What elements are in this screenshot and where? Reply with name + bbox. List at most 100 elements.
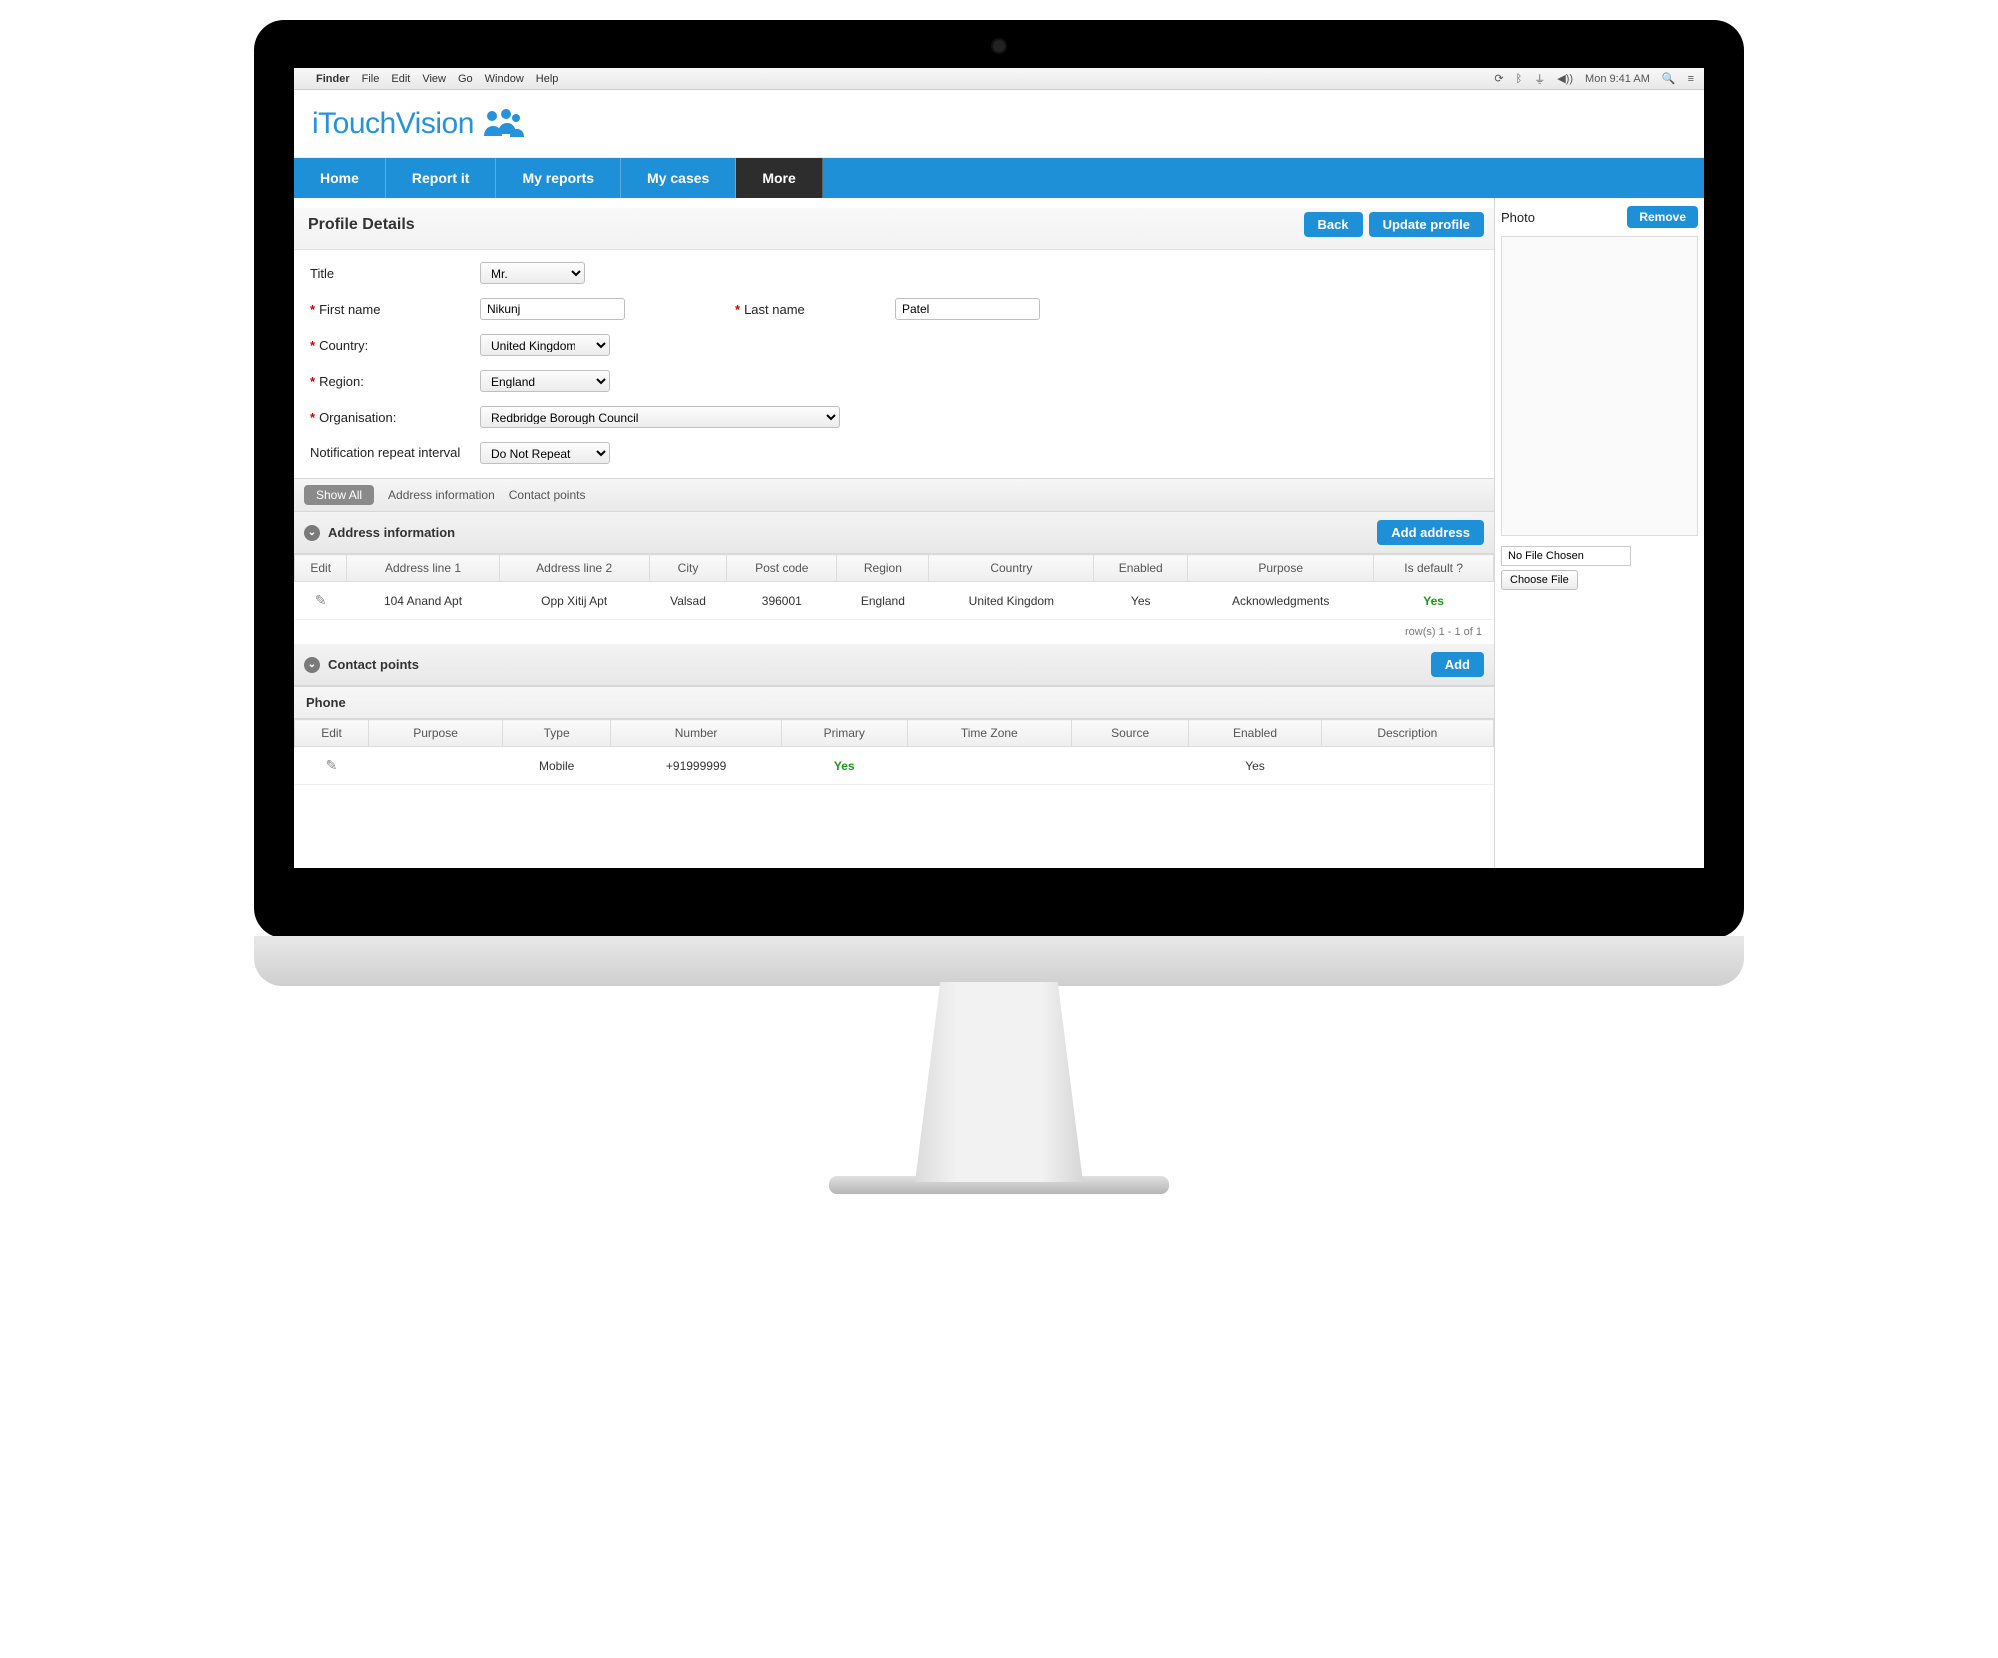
brand-people-icon [480, 108, 524, 140]
edit-row-icon[interactable]: ✎ [315, 592, 327, 608]
country-label: Country: [319, 338, 368, 353]
add-contact-button[interactable]: Add [1431, 652, 1484, 677]
tab-address-info[interactable]: Address information [388, 488, 495, 502]
photo-sidebar: Photo Remove No File Chosen Choose File [1494, 198, 1704, 868]
menu-help[interactable]: Help [536, 73, 559, 85]
ccell-number: +91999999 [611, 747, 782, 785]
chevron-down-icon[interactable]: ⌄ [304, 525, 320, 541]
notification-select[interactable]: Do Not Repeat [480, 442, 610, 464]
photo-preview [1501, 236, 1698, 536]
ccol-number: Number [611, 720, 782, 747]
first-name-label: First name [319, 302, 380, 317]
cell-default: Yes [1374, 582, 1494, 620]
back-button[interactable]: Back [1304, 212, 1363, 237]
first-name-input[interactable] [480, 298, 625, 320]
menu-window[interactable]: Window [485, 73, 524, 85]
wifi-icon[interactable]: ⏚ [1534, 71, 1545, 87]
remove-photo-button[interactable]: Remove [1627, 206, 1698, 228]
address-table: Edit Address line 1 Address line 2 City … [294, 554, 1494, 620]
ccell-purpose [369, 747, 503, 785]
col-edit: Edit [295, 555, 347, 582]
cell-postcode: 396001 [727, 582, 837, 620]
bluetooth-icon[interactable]: ᛒ [1516, 73, 1523, 85]
main-nav: Home Report it My reports My cases More [294, 158, 1704, 198]
file-status: No File Chosen [1501, 546, 1631, 566]
ccol-source: Source [1071, 720, 1188, 747]
title-select[interactable]: Mr. [480, 262, 585, 284]
update-profile-button[interactable]: Update profile [1369, 212, 1484, 237]
nav-my-cases[interactable]: My cases [621, 158, 736, 198]
menu-edit[interactable]: Edit [391, 73, 410, 85]
ccell-source [1071, 747, 1188, 785]
menubar-app[interactable]: Finder [316, 73, 350, 85]
col-line1: Address line 1 [347, 555, 499, 582]
organisation-select[interactable]: Redbridge Borough Council [480, 406, 840, 428]
menu-view[interactable]: View [422, 73, 446, 85]
address-section-header: ⌄ Address information Add address [294, 512, 1494, 554]
camera-icon [993, 40, 1005, 52]
page-title: Profile Details [308, 216, 415, 234]
menu-go[interactable]: Go [458, 73, 473, 85]
tab-show-all[interactable]: Show All [304, 485, 374, 505]
profile-form: Title Mr. *First name *Last name [294, 250, 1494, 464]
cell-city: Valsad [649, 582, 726, 620]
ccol-purpose: Purpose [369, 720, 503, 747]
col-line2: Address line 2 [499, 555, 649, 582]
cell-enabled: Yes [1094, 582, 1188, 620]
ccell-enabled: Yes [1189, 747, 1321, 785]
col-postcode: Post code [727, 555, 837, 582]
menubar-clock[interactable]: Mon 9:41 AM [1585, 73, 1650, 85]
contact-table: Edit Purpose Type Number Primary Time Zo… [294, 719, 1494, 785]
last-name-input[interactable] [895, 298, 1040, 320]
ccol-edit: Edit [295, 720, 369, 747]
ccol-enabled: Enabled [1189, 720, 1321, 747]
mac-menubar: Finder File Edit View Go Window Help ⟳ ᛒ… [294, 68, 1704, 90]
ccol-description: Description [1321, 720, 1493, 747]
cell-region: England [837, 582, 929, 620]
spotlight-icon[interactable]: 🔍 [1662, 72, 1676, 85]
notification-label: Notification repeat interval [310, 445, 480, 462]
nav-home[interactable]: Home [294, 158, 386, 198]
photo-label: Photo [1501, 210, 1535, 225]
sync-icon[interactable]: ⟳ [1494, 72, 1503, 85]
monitor-chin [254, 936, 1744, 986]
col-default: Is default ? [1374, 555, 1494, 582]
cell-country: United Kingdom [929, 582, 1094, 620]
volume-icon[interactable]: ◀)) [1557, 72, 1573, 85]
chevron-down-icon[interactable]: ⌄ [304, 657, 320, 673]
cell-line2: Opp Xitij Apt [499, 582, 649, 620]
monitor-stand [894, 982, 1104, 1182]
add-address-button[interactable]: Add address [1377, 520, 1484, 545]
contact-subtitle: Phone [294, 686, 1494, 719]
table-row: ✎ Mobile +91999999 Yes Yes [295, 747, 1494, 785]
ccol-type: Type [503, 720, 611, 747]
contact-section-title: Contact points [328, 657, 419, 672]
table-row: ✎ 104 Anand Apt Opp Xitij Apt Valsad 396… [295, 582, 1494, 620]
title-label: Title [310, 266, 480, 281]
nav-my-reports[interactable]: My reports [496, 158, 621, 198]
notification-center-icon[interactable]: ≡ [1688, 73, 1694, 85]
cell-purpose: Acknowledgments [1188, 582, 1374, 620]
nav-report-it[interactable]: Report it [386, 158, 497, 198]
page-header: Profile Details Back Update profile [294, 208, 1494, 250]
menu-file[interactable]: File [362, 73, 380, 85]
ccell-type: Mobile [503, 747, 611, 785]
contact-section-header: ⌄ Contact points Add [294, 644, 1494, 686]
nav-more[interactable]: More [736, 158, 822, 198]
ccell-primary: Yes [781, 747, 907, 785]
col-purpose: Purpose [1188, 555, 1374, 582]
app-header: iTouchVision [294, 90, 1704, 158]
col-country: Country [929, 555, 1094, 582]
country-select[interactable]: United Kingdom [480, 334, 610, 356]
address-section-title: Address information [328, 525, 455, 540]
tab-contact-points[interactable]: Contact points [509, 488, 586, 502]
edit-row-icon[interactable]: ✎ [326, 757, 338, 773]
screen: Finder File Edit View Go Window Help ⟳ ᛒ… [294, 68, 1704, 868]
ccell-description [1321, 747, 1493, 785]
organisation-label: Organisation: [319, 410, 396, 425]
ccol-timezone: Time Zone [907, 720, 1071, 747]
col-region: Region [837, 555, 929, 582]
choose-file-button[interactable]: Choose File [1501, 570, 1578, 590]
region-select[interactable]: England [480, 370, 610, 392]
ccol-primary: Primary [781, 720, 907, 747]
